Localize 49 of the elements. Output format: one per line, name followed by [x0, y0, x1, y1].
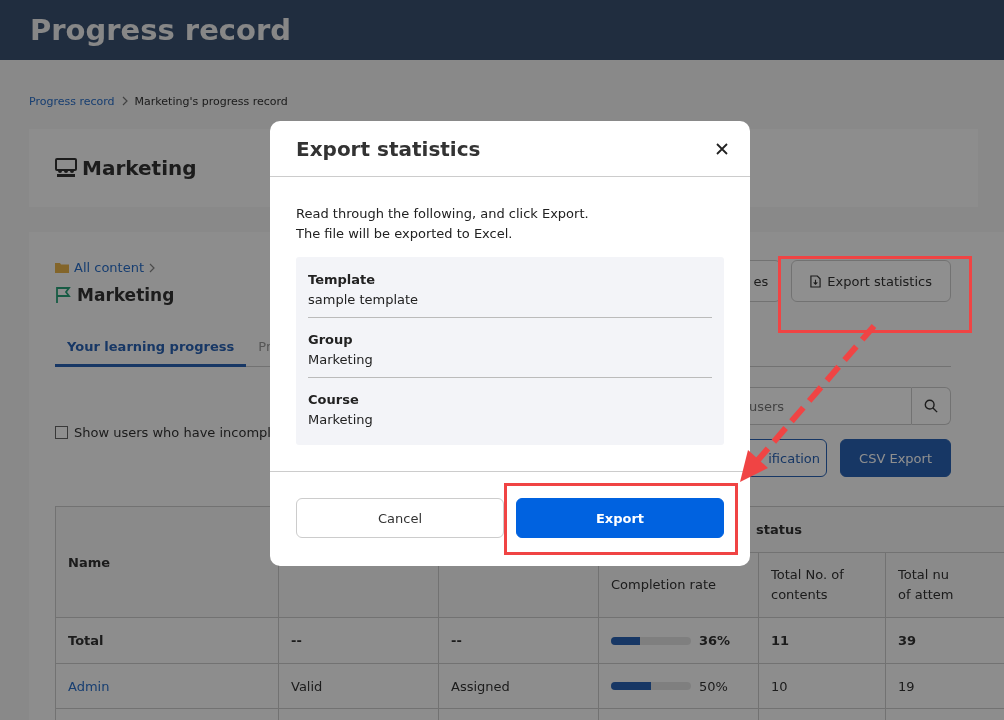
column-header: Completion rate [611, 577, 716, 592]
table-cell: Total [68, 633, 104, 648]
column-group-header: status [756, 522, 802, 537]
checkbox[interactable] [55, 425, 68, 439]
table-cell: 10 [771, 678, 788, 694]
field-label: Course [308, 391, 360, 409]
close-button[interactable] [714, 140, 730, 157]
group-icon [54, 158, 78, 178]
folder-icon [55, 262, 69, 273]
folder-link[interactable]: All content [74, 260, 145, 275]
table-cell: 36% [699, 633, 731, 648]
flag-icon [55, 286, 71, 304]
tab[interactable]: Your learning progress [55, 339, 247, 367]
breadcrumb-link[interactable]: Progress record [29, 94, 115, 108]
dialog-text: Read through the following, and click Export. [296, 205, 590, 223]
column-header: Name [55, 506, 279, 618]
search-icon [924, 399, 938, 413]
column-header: Total No. of contents [771, 567, 844, 602]
table-cell: -- [291, 633, 302, 648]
field-label: Group [308, 331, 354, 349]
column-header: Total nu of attem [898, 567, 954, 602]
checkbox-label: Show users who have incompl [74, 424, 271, 440]
table-cell: Assigned [451, 678, 510, 694]
table-cell: 11 [771, 633, 790, 648]
action-button[interactable]: Export statistics [791, 260, 951, 302]
table-action-button[interactable]: CSV Export [840, 439, 951, 477]
table-cell: -- [451, 633, 462, 648]
dialog-text: The file will be exported to Excel. [296, 225, 514, 243]
page-title: Progress record [30, 13, 291, 47]
dialog-title: Export statistics [296, 136, 481, 161]
dialog-button[interactable]: Export [516, 498, 724, 538]
table-cell: Valid [291, 678, 323, 694]
field-label: Template [308, 271, 377, 289]
table-cell: 50% [699, 678, 728, 694]
file-download-icon [810, 274, 822, 288]
field-value: Marketing [308, 351, 374, 369]
close-icon [716, 142, 728, 155]
field-value: sample template [308, 291, 420, 309]
chevron-icon [121, 96, 128, 106]
breadcrumb-current: Marketing's progress record [134, 94, 288, 108]
dialog-button[interactable]: Cancel [296, 498, 504, 538]
group-title: Marketing [82, 156, 197, 180]
table-cell: 19 [898, 678, 915, 694]
user-link[interactable]: Admin [68, 678, 110, 694]
search-button[interactable] [912, 387, 951, 425]
field-value: Marketing [308, 411, 374, 429]
content-title: Marketing [77, 285, 175, 305]
chevron-icon [149, 262, 156, 273]
table-cell: 39 [898, 633, 917, 648]
